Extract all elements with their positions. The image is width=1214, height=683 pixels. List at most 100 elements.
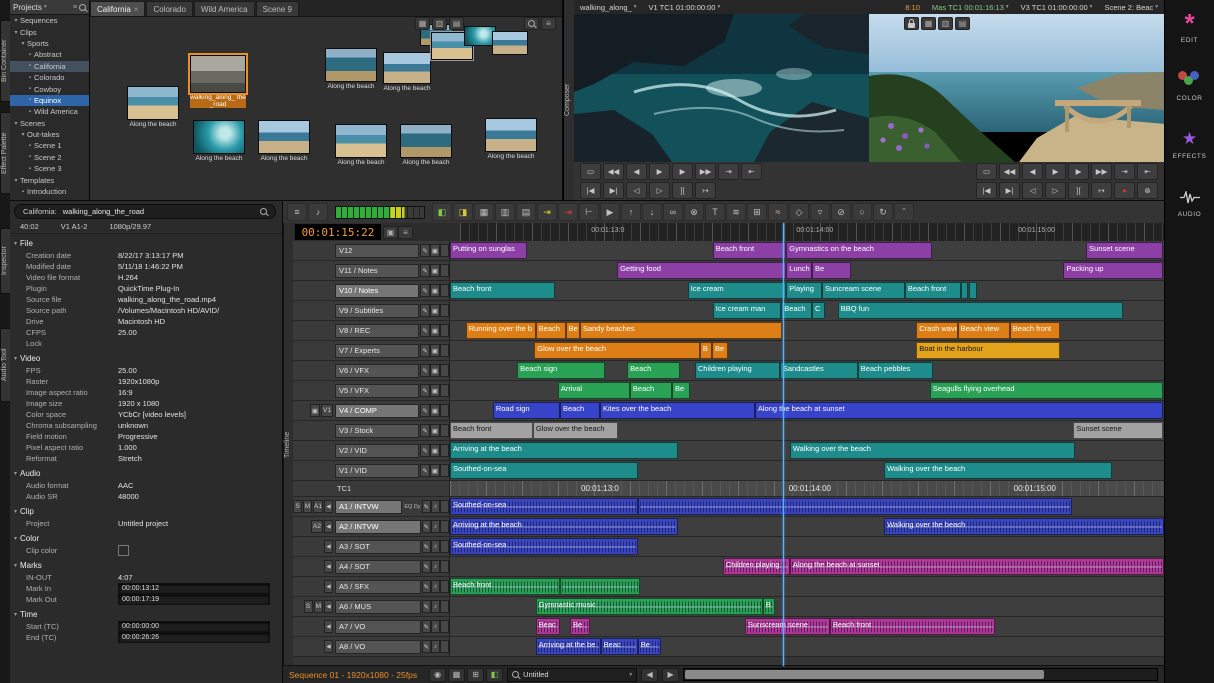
track-monitor-button[interactable]: ♪ bbox=[431, 560, 440, 573]
clip-beach[interactable]: Beach bbox=[781, 302, 812, 319]
clip-beach-front[interactable]: Beach front bbox=[713, 242, 786, 259]
section-header-color[interactable]: ▾Color bbox=[10, 532, 282, 545]
clip-beach-sign[interactable]: Beach sign bbox=[517, 362, 605, 379]
clip-beach[interactable]: Beach bbox=[627, 362, 680, 379]
track-select-button[interactable]: V1 / VID bbox=[335, 464, 419, 478]
track-select-button[interactable]: V11 / Notes bbox=[335, 264, 419, 278]
fast-forward-button-source[interactable]: ▶▶ bbox=[695, 163, 716, 180]
fast-forward-button-record[interactable]: ▶▶ bbox=[1091, 163, 1112, 180]
rewind-button-record[interactable]: ◀◀ bbox=[999, 163, 1020, 180]
clip-segment[interactable] bbox=[638, 498, 1072, 515]
track-select-button[interactable]: A1 / INTVW bbox=[335, 500, 402, 514]
monitor-menu-mas-tc1-00-01-16-13[interactable]: Mas TC1 00:01:16:13▾ bbox=[932, 3, 1009, 12]
track-select-button[interactable]: V5 / VFX bbox=[335, 384, 419, 398]
effect-mode-button[interactable]: ⊞ bbox=[747, 203, 767, 221]
search-icon[interactable] bbox=[260, 208, 267, 215]
list-view-icon[interactable]: ▤ bbox=[449, 17, 464, 30]
tree-item-cowboy[interactable]: ▪Cowboy bbox=[10, 83, 89, 94]
clip-children-playing[interactable]: Children playing bbox=[723, 558, 790, 575]
go-to-start-button-record[interactable]: |◀ bbox=[976, 182, 997, 199]
bin-clip[interactable] bbox=[492, 31, 528, 55]
clip-arriving-at-the-beach[interactable]: Arriving at the beach bbox=[450, 442, 678, 459]
workspace-audio[interactable]: AUDIO bbox=[1165, 186, 1214, 218]
bin-clip-along-the-beach[interactable]: Along the beach bbox=[400, 124, 452, 166]
track-edit-pencil-icon[interactable]: ✎ bbox=[422, 600, 431, 613]
clip-b[interactable]: B bbox=[763, 598, 775, 615]
track-lane-a3[interactable]: Southed-on-sea bbox=[450, 537, 1164, 556]
extract-button[interactable]: ↓ bbox=[642, 203, 662, 221]
clip-packing-up[interactable]: Packing up bbox=[1063, 262, 1163, 279]
bin-clip-along-the-beach[interactable]: Along the beach bbox=[383, 52, 431, 92]
bin-clip-along-the-beach[interactable]: Along the beach bbox=[335, 124, 387, 166]
tree-item-scene-3[interactable]: ▪Scene 3 bbox=[10, 163, 89, 174]
bin-clip-along-the-beach[interactable]: Along the beach bbox=[193, 120, 245, 162]
tree-item-abstract[interactable]: ▪Abstract bbox=[10, 49, 89, 60]
clip-road-sign[interactable]: Road sign bbox=[493, 402, 560, 419]
step-forward-button-record[interactable]: ▶ bbox=[1068, 163, 1089, 180]
clip-color-checkbox[interactable] bbox=[118, 545, 129, 556]
audio-monitor-icon[interactable]: ◀ bbox=[324, 540, 333, 553]
record-button[interactable]: ● bbox=[1114, 182, 1135, 199]
track-lane-v6[interactable]: Beach signBeachChildren playingSandcastl… bbox=[450, 361, 1164, 380]
tree-item-scene-1[interactable]: ▪Scene 1 bbox=[10, 140, 89, 151]
clip-sandy-beaches[interactable]: Sandy beaches bbox=[580, 322, 782, 339]
track-select-button[interactable]: V6 / VFX bbox=[335, 364, 419, 378]
grid-view-button[interactable]: ▦ bbox=[474, 203, 494, 221]
step-back-button-record[interactable]: ◀ bbox=[1022, 163, 1043, 180]
clip-title-field[interactable]: California: walking_along_the_road bbox=[14, 204, 276, 219]
track-lane-v7[interactable]: Glow over the beachBBeBoat in the harbou… bbox=[450, 341, 1164, 360]
property-value-field[interactable]: 00:00:00:00 bbox=[118, 621, 270, 632]
clip-beach-front[interactable]: Beach front bbox=[450, 282, 555, 299]
clip-ice-cream[interactable]: Ice cream bbox=[688, 282, 786, 299]
property-value-field[interactable]: 00:00:26:26 bbox=[118, 632, 270, 643]
track-edit-pencil-icon[interactable]: ✎ bbox=[422, 500, 431, 513]
clip-boat-in-the-harbour[interactable]: Boat in the harbour bbox=[916, 342, 1060, 359]
mark-out-button-record[interactable]: ⇤ bbox=[1137, 163, 1158, 180]
track-select-button[interactable]: V7 / Experts bbox=[335, 344, 419, 358]
mark-out-button-source[interactable]: ⇤ bbox=[741, 163, 762, 180]
clip-b[interactable]: B bbox=[700, 342, 712, 359]
track-monitor-button[interactable]: ▣ bbox=[430, 364, 440, 377]
clip-beach-front[interactable]: Beach front bbox=[830, 618, 995, 635]
column-view-button[interactable]: ▥ bbox=[495, 203, 515, 221]
track-lane-a5[interactable]: Beach front bbox=[450, 577, 1164, 596]
remove-button[interactable]: ⊗ bbox=[1137, 182, 1158, 199]
splice-in-button[interactable]: ⇥ bbox=[537, 203, 557, 221]
clip-beach[interactable]: Beach bbox=[630, 382, 672, 399]
track-lane-a1[interactable]: Southed-on-sea bbox=[450, 497, 1164, 516]
clip-be[interactable]: Be bbox=[638, 638, 661, 655]
track-select-button[interactable]: V4 / COMP bbox=[335, 404, 419, 418]
section-header-time[interactable]: ▾Time bbox=[10, 608, 282, 621]
track-lane-a6[interactable]: Gymnastic musicB bbox=[450, 597, 1164, 616]
section-header-file[interactable]: ▾File bbox=[10, 237, 282, 250]
clip-southed-on-sea[interactable]: Southed-on-sea bbox=[450, 498, 638, 515]
track-edit-pencil-icon[interactable]: ✎ bbox=[420, 364, 429, 377]
clip-gymnastics-on-the-beach[interactable]: Gymnastics on the beach bbox=[786, 242, 932, 259]
audio-monitor-icon[interactable]: ◀ bbox=[324, 580, 333, 593]
track-lane-v10[interactable]: Beach frontIce creamPlayingSuncream scen… bbox=[450, 281, 1164, 300]
go-to-end-button-record[interactable]: ▶| bbox=[999, 182, 1020, 199]
section-header-audio[interactable]: ▾Audio bbox=[10, 467, 282, 480]
marquee-button-record[interactable]: ▭ bbox=[976, 163, 997, 180]
solo-mute-button[interactable]: S bbox=[304, 600, 313, 613]
tree-item-california[interactable]: ▪California bbox=[10, 61, 89, 72]
clip-gymnastic-music[interactable]: Gymnastic music bbox=[536, 598, 763, 615]
timeline-fast-menu-icon[interactable]: ≡ bbox=[398, 226, 413, 239]
clip-be[interactable]: Be bbox=[566, 322, 580, 339]
motion-effect-button[interactable]: ≈ bbox=[768, 203, 788, 221]
video-quality-button[interactable]: ◧ bbox=[432, 203, 452, 221]
bin-search-icon[interactable] bbox=[524, 17, 539, 30]
clip-beac[interactable]: Beac bbox=[601, 638, 638, 655]
solo-mute-button[interactable]: S bbox=[293, 500, 302, 513]
track-edit-pencil-icon[interactable]: ✎ bbox=[420, 404, 429, 417]
track-lock-button[interactable] bbox=[440, 560, 449, 573]
clip-beach[interactable]: Beach bbox=[536, 322, 566, 339]
tree-item-out-takes[interactable]: ▾Out-takes bbox=[10, 129, 89, 140]
audio-monitor-icon[interactable]: ◀ bbox=[324, 520, 333, 533]
find-button[interactable]: ○ bbox=[852, 203, 872, 221]
track-edit-pencil-icon[interactable]: ✎ bbox=[420, 244, 429, 257]
track-lock-button[interactable] bbox=[440, 404, 449, 417]
clip-walking-over-the-beach[interactable]: Walking over the beach bbox=[884, 518, 1164, 535]
tree-item-equinox[interactable]: ▪Equinox bbox=[10, 95, 89, 106]
track-lock-button[interactable] bbox=[440, 620, 449, 633]
